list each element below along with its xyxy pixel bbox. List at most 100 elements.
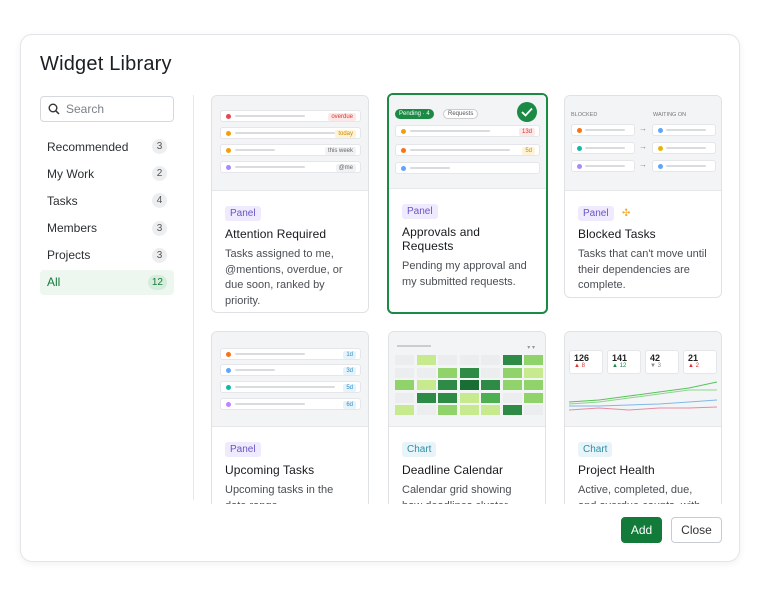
calendar-cell xyxy=(481,367,500,378)
widget-title: Deadline Calendar xyxy=(402,463,504,477)
nav-item-my-work[interactable]: My Work 2 xyxy=(40,161,174,186)
calendar-cell xyxy=(438,392,457,403)
widget-preview: 1d 3d 5d 6d xyxy=(212,332,368,427)
stat-delta: ▲ 8 xyxy=(574,363,585,369)
preview-tab-requests: Requests xyxy=(443,109,479,119)
widget-type-tag: Panel xyxy=(225,206,261,221)
calendar-cell xyxy=(438,355,457,365)
calendar-cell xyxy=(502,405,522,415)
calendar-cell xyxy=(459,405,479,415)
nav-count: 3 xyxy=(152,139,167,154)
widget-preview: BLOCKED WAITING ON → → → xyxy=(565,96,721,191)
calendar-cell xyxy=(524,405,543,415)
nav-item-projects[interactable]: Projects 3 xyxy=(40,243,174,268)
preview-pill: today xyxy=(335,130,356,138)
widget-title: Project Health xyxy=(578,463,655,477)
search-input[interactable] xyxy=(66,102,161,116)
nav-item-recommended[interactable]: Recommended 3 xyxy=(40,134,174,159)
preview-pill: 13d xyxy=(518,128,535,136)
widget-type-tag: Chart xyxy=(578,442,613,457)
arrow-right-icon: → xyxy=(639,142,647,151)
nav-item-all[interactable]: All 12 xyxy=(40,269,174,295)
calendar-cell xyxy=(416,367,436,378)
sidebar-divider xyxy=(193,95,194,500)
preview-pill: 5d xyxy=(522,147,535,155)
widget-description: Pending my approval and my submitted req… xyxy=(402,260,527,288)
widget-type-tag: Panel xyxy=(578,206,614,221)
calendar-cell xyxy=(459,367,479,378)
widget-preview: ▾ ▾ xyxy=(389,332,545,427)
preview-header-blocked: BLOCKED xyxy=(571,112,598,118)
preview-header-waiting: WAITING ON xyxy=(653,112,687,118)
widget-card-deadline-calendar[interactable]: ▾ ▾ Chart Deadline Calendar Calendar gri… xyxy=(388,331,546,504)
calendar-cell xyxy=(438,405,457,415)
calendar-cell xyxy=(481,405,500,415)
widget-preview: 126 ▲ 8 141 ▲ 12 42 ▼ 3 21 ▲ 2 xyxy=(565,332,721,427)
widget-type-tag: Chart xyxy=(402,442,437,457)
widget-description: Calendar grid showing how deadlines clus… xyxy=(402,484,512,504)
calendar-cell xyxy=(502,367,522,378)
search-box[interactable] xyxy=(40,96,174,122)
calendar-cell xyxy=(459,355,479,365)
calendar-cell xyxy=(395,405,414,415)
close-button[interactable]: Close xyxy=(671,517,722,543)
calendar-cell xyxy=(438,380,457,390)
nav-count: 4 xyxy=(152,193,167,209)
calendar-cell xyxy=(502,380,522,390)
calendar-cell xyxy=(481,355,500,365)
widget-description: Tasks assigned to me, @mentions, overdue… xyxy=(225,248,343,307)
calendar-cell xyxy=(395,367,414,378)
calendar-cell xyxy=(524,380,543,390)
widget-card-project-health[interactable]: 126 ▲ 8 141 ▲ 12 42 ▼ 3 21 ▲ 2 Chart Project… xyxy=(564,331,722,504)
stat-value: 141 xyxy=(612,353,628,363)
widget-title: Approvals and Requests xyxy=(402,225,481,253)
nav-label: Members xyxy=(47,221,98,236)
nav-count: 2 xyxy=(152,166,167,182)
calendar-cell xyxy=(524,392,543,403)
calendar-cell xyxy=(459,392,479,403)
arrow-right-icon: → xyxy=(639,160,647,169)
widget-description: Active, completed, due, and overdue coun… xyxy=(578,484,700,504)
nav-item-tasks[interactable]: Tasks 4 xyxy=(40,188,174,213)
widget-card-approvals-requests[interactable]: Pending · 4 Requests 13d 5d Panel Approv… xyxy=(387,93,548,314)
arrow-right-icon: → xyxy=(639,124,647,133)
widget-title: Attention Required xyxy=(225,227,327,241)
nav-label: Recommended xyxy=(47,139,129,154)
widget-description: Upcoming tasks in the date range. xyxy=(225,484,334,504)
nav-item-members[interactable]: Members 3 xyxy=(40,216,174,241)
stat-delta: ▲ 2 xyxy=(688,363,699,369)
widget-card-upcoming-tasks[interactable]: 1d 3d 5d 6d Panel Upcoming Tasks Upcomin… xyxy=(211,331,369,504)
preview-pill: 1d xyxy=(343,351,356,359)
dependency-icon: ✣ xyxy=(622,208,631,219)
calendar-cell xyxy=(416,405,436,415)
preview-pill: 5d xyxy=(343,384,356,392)
calendar-cell xyxy=(416,392,436,403)
widget-type-tag: Panel xyxy=(402,204,438,219)
widget-type-tag: Panel xyxy=(225,442,261,457)
calendar-cell xyxy=(438,367,457,378)
stat-value: 21 xyxy=(688,353,699,363)
trend-lines xyxy=(569,381,718,411)
search-icon xyxy=(48,103,60,115)
calendar-cell xyxy=(481,392,500,403)
preview-pill: 6d xyxy=(343,401,356,409)
widget-card-attention-required[interactable]: overdue today this week @me Panel Attent… xyxy=(211,95,369,313)
preview-tab-pending: Pending · 4 xyxy=(395,109,434,119)
nav-label: Projects xyxy=(47,248,91,263)
calendar-cell xyxy=(459,380,479,390)
widget-card-blocked-tasks[interactable]: BLOCKED WAITING ON → → → Panel ✣ Blocked… xyxy=(564,95,722,298)
calendar-cell xyxy=(395,392,414,403)
widget-description: Tasks that can't move until their depend… xyxy=(578,248,707,291)
calendar-cell xyxy=(502,392,522,403)
stat-value: 42 xyxy=(650,353,661,363)
selected-check-icon xyxy=(517,102,537,122)
calendar-cell xyxy=(395,380,414,390)
category-nav: Recommended 3 My Work 2 Tasks 4 Members 3 Pr… xyxy=(40,134,174,297)
calendar-cell xyxy=(502,355,522,365)
calendar-cell xyxy=(524,355,543,365)
widget-grid: overdue today this week @me Panel Attent… xyxy=(207,93,727,504)
widget-preview: overdue today this week @me xyxy=(212,96,368,191)
add-button[interactable]: Add xyxy=(621,517,662,543)
widget-title: Blocked Tasks xyxy=(578,227,656,241)
calendar-cell xyxy=(416,355,436,365)
